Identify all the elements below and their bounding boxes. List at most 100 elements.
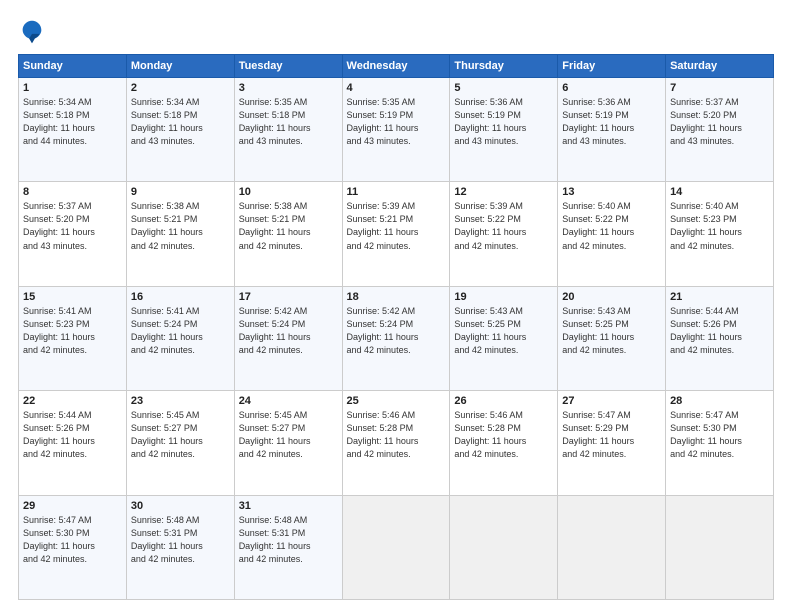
day-number: 22 [23, 395, 122, 407]
calendar-cell: 1 Sunrise: 5:34 AM Sunset: 5:18 PM Daylig… [19, 78, 127, 182]
day-number: 12 [454, 186, 553, 198]
calendar-cell: 15Sunrise: 5:41 AM Sunset: 5:23 PM Dayli… [19, 286, 127, 390]
calendar-cell: 24 Sunrise: 5:45 AM Sunset: 5:27 PM Dayli… [234, 391, 342, 495]
calendar-cell: 23 Sunrise: 5:45 AM Sunset: 5:27 PM Dayli… [126, 391, 234, 495]
calendar-cell [342, 495, 450, 599]
day-info: Sunrise: 5:40 AM Sunset: 5:22 PM Dayligh… [562, 200, 661, 252]
day-number: 4 [347, 82, 446, 94]
day-info: Sunrise: 5:37 AM Sunset: 5:20 PM Dayligh… [23, 200, 122, 252]
day-number: 25 [347, 395, 446, 407]
weekday-row: SundayMondayTuesdayWednesdayThursdayFrid… [19, 55, 774, 78]
day-number: 16 [131, 291, 230, 303]
day-number: 26 [454, 395, 553, 407]
calendar-week-3: 15Sunrise: 5:41 AM Sunset: 5:23 PM Dayli… [19, 286, 774, 390]
day-number: 19 [454, 291, 553, 303]
weekday-header-wednesday: Wednesday [342, 55, 450, 78]
day-info: Sunrise: 5:36 AM Sunset: 5:19 PM Dayligh… [454, 96, 553, 148]
calendar-week-2: 8Sunrise: 5:37 AM Sunset: 5:20 PM Daylig… [19, 182, 774, 286]
day-info: Sunrise: 5:41 AM Sunset: 5:24 PM Dayligh… [131, 305, 230, 357]
weekday-header-sunday: Sunday [19, 55, 127, 78]
day-info: Sunrise: 5:34 AM Sunset: 5:18 PM Dayligh… [131, 96, 230, 148]
day-info: Sunrise: 5:47 AM Sunset: 5:29 PM Dayligh… [562, 409, 661, 461]
day-info: Sunrise: 5:38 AM Sunset: 5:21 PM Dayligh… [239, 200, 338, 252]
day-number: 2 [131, 82, 230, 94]
day-number: 11 [347, 186, 446, 198]
calendar-cell: 6Sunrise: 5:36 AM Sunset: 5:19 PM Daylig… [558, 78, 666, 182]
day-number: 7 [670, 82, 769, 94]
day-info: Sunrise: 5:45 AM Sunset: 5:27 PM Dayligh… [131, 409, 230, 461]
day-number: 31 [239, 500, 338, 512]
calendar-cell: 5 Sunrise: 5:36 AM Sunset: 5:19 PM Daylig… [450, 78, 558, 182]
calendar-cell: 2 Sunrise: 5:34 AM Sunset: 5:18 PM Daylig… [126, 78, 234, 182]
calendar-header: SundayMondayTuesdayWednesdayThursdayFrid… [19, 55, 774, 78]
day-info: Sunrise: 5:43 AM Sunset: 5:25 PM Dayligh… [562, 305, 661, 357]
day-info: Sunrise: 5:44 AM Sunset: 5:26 PM Dayligh… [23, 409, 122, 461]
day-number: 21 [670, 291, 769, 303]
day-number: 1 [23, 82, 122, 94]
day-info: Sunrise: 5:45 AM Sunset: 5:27 PM Dayligh… [239, 409, 338, 461]
day-number: 20 [562, 291, 661, 303]
day-info: Sunrise: 5:42 AM Sunset: 5:24 PM Dayligh… [239, 305, 338, 357]
calendar-cell: 3 Sunrise: 5:35 AM Sunset: 5:18 PM Daylig… [234, 78, 342, 182]
day-info: Sunrise: 5:35 AM Sunset: 5:19 PM Dayligh… [347, 96, 446, 148]
day-info: Sunrise: 5:38 AM Sunset: 5:21 PM Dayligh… [131, 200, 230, 252]
day-number: 5 [454, 82, 553, 94]
calendar-cell: 27 Sunrise: 5:47 AM Sunset: 5:29 PM Dayli… [558, 391, 666, 495]
day-number: 27 [562, 395, 661, 407]
calendar-cell: 31 Sunrise: 5:48 AM Sunset: 5:31 PM Dayli… [234, 495, 342, 599]
calendar-cell: 10 Sunrise: 5:38 AM Sunset: 5:21 PM Dayli… [234, 182, 342, 286]
calendar-cell: 11 Sunrise: 5:39 AM Sunset: 5:21 PM Dayli… [342, 182, 450, 286]
calendar-cell: 12 Sunrise: 5:39 AM Sunset: 5:22 PM Dayli… [450, 182, 558, 286]
weekday-header-saturday: Saturday [666, 55, 774, 78]
logo [18, 18, 50, 46]
calendar-cell: 20 Sunrise: 5:43 AM Sunset: 5:25 PM Dayli… [558, 286, 666, 390]
day-info: Sunrise: 5:35 AM Sunset: 5:18 PM Dayligh… [239, 96, 338, 148]
day-number: 17 [239, 291, 338, 303]
calendar-cell: 21 Sunrise: 5:44 AM Sunset: 5:26 PM Dayli… [666, 286, 774, 390]
day-number: 23 [131, 395, 230, 407]
calendar-cell [558, 495, 666, 599]
calendar-cell: 8Sunrise: 5:37 AM Sunset: 5:20 PM Daylig… [19, 182, 127, 286]
calendar-cell: 18 Sunrise: 5:42 AM Sunset: 5:24 PM Dayli… [342, 286, 450, 390]
day-number: 3 [239, 82, 338, 94]
day-info: Sunrise: 5:48 AM Sunset: 5:31 PM Dayligh… [239, 514, 338, 566]
day-info: Sunrise: 5:42 AM Sunset: 5:24 PM Dayligh… [347, 305, 446, 357]
day-number: 18 [347, 291, 446, 303]
day-number: 28 [670, 395, 769, 407]
calendar-cell: 28Sunrise: 5:47 AM Sunset: 5:30 PM Dayli… [666, 391, 774, 495]
calendar-body: 1 Sunrise: 5:34 AM Sunset: 5:18 PM Daylig… [19, 78, 774, 600]
calendar-cell: 22 Sunrise: 5:44 AM Sunset: 5:26 PM Dayli… [19, 391, 127, 495]
day-number: 29 [23, 500, 122, 512]
page: SundayMondayTuesdayWednesdayThursdayFrid… [0, 0, 792, 612]
day-info: Sunrise: 5:47 AM Sunset: 5:30 PM Dayligh… [23, 514, 122, 566]
calendar-cell: 29 Sunrise: 5:47 AM Sunset: 5:30 PM Dayli… [19, 495, 127, 599]
calendar-cell: 4 Sunrise: 5:35 AM Sunset: 5:19 PM Daylig… [342, 78, 450, 182]
weekday-header-monday: Monday [126, 55, 234, 78]
day-info: Sunrise: 5:39 AM Sunset: 5:21 PM Dayligh… [347, 200, 446, 252]
day-number: 13 [562, 186, 661, 198]
day-number: 30 [131, 500, 230, 512]
calendar-cell: 30 Sunrise: 5:48 AM Sunset: 5:31 PM Dayli… [126, 495, 234, 599]
calendar-cell: 17 Sunrise: 5:42 AM Sunset: 5:24 PM Dayli… [234, 286, 342, 390]
day-info: Sunrise: 5:40 AM Sunset: 5:23 PM Dayligh… [670, 200, 769, 252]
day-number: 15 [23, 291, 122, 303]
day-info: Sunrise: 5:34 AM Sunset: 5:18 PM Dayligh… [23, 96, 122, 148]
calendar-cell: 9Sunrise: 5:38 AM Sunset: 5:21 PM Daylig… [126, 182, 234, 286]
header [18, 18, 774, 46]
calendar-week-5: 29 Sunrise: 5:47 AM Sunset: 5:30 PM Dayli… [19, 495, 774, 599]
day-info: Sunrise: 5:39 AM Sunset: 5:22 PM Dayligh… [454, 200, 553, 252]
day-info: Sunrise: 5:43 AM Sunset: 5:25 PM Dayligh… [454, 305, 553, 357]
calendar-cell: 14Sunrise: 5:40 AM Sunset: 5:23 PM Dayli… [666, 182, 774, 286]
day-info: Sunrise: 5:48 AM Sunset: 5:31 PM Dayligh… [131, 514, 230, 566]
day-info: Sunrise: 5:44 AM Sunset: 5:26 PM Dayligh… [670, 305, 769, 357]
weekday-header-thursday: Thursday [450, 55, 558, 78]
weekday-header-tuesday: Tuesday [234, 55, 342, 78]
calendar-cell: 7Sunrise: 5:37 AM Sunset: 5:20 PM Daylig… [666, 78, 774, 182]
weekday-header-friday: Friday [558, 55, 666, 78]
calendar-cell [666, 495, 774, 599]
calendar-cell: 13 Sunrise: 5:40 AM Sunset: 5:22 PM Dayli… [558, 182, 666, 286]
day-number: 10 [239, 186, 338, 198]
day-number: 24 [239, 395, 338, 407]
calendar-week-4: 22 Sunrise: 5:44 AM Sunset: 5:26 PM Dayli… [19, 391, 774, 495]
calendar-cell: 19 Sunrise: 5:43 AM Sunset: 5:25 PM Dayli… [450, 286, 558, 390]
